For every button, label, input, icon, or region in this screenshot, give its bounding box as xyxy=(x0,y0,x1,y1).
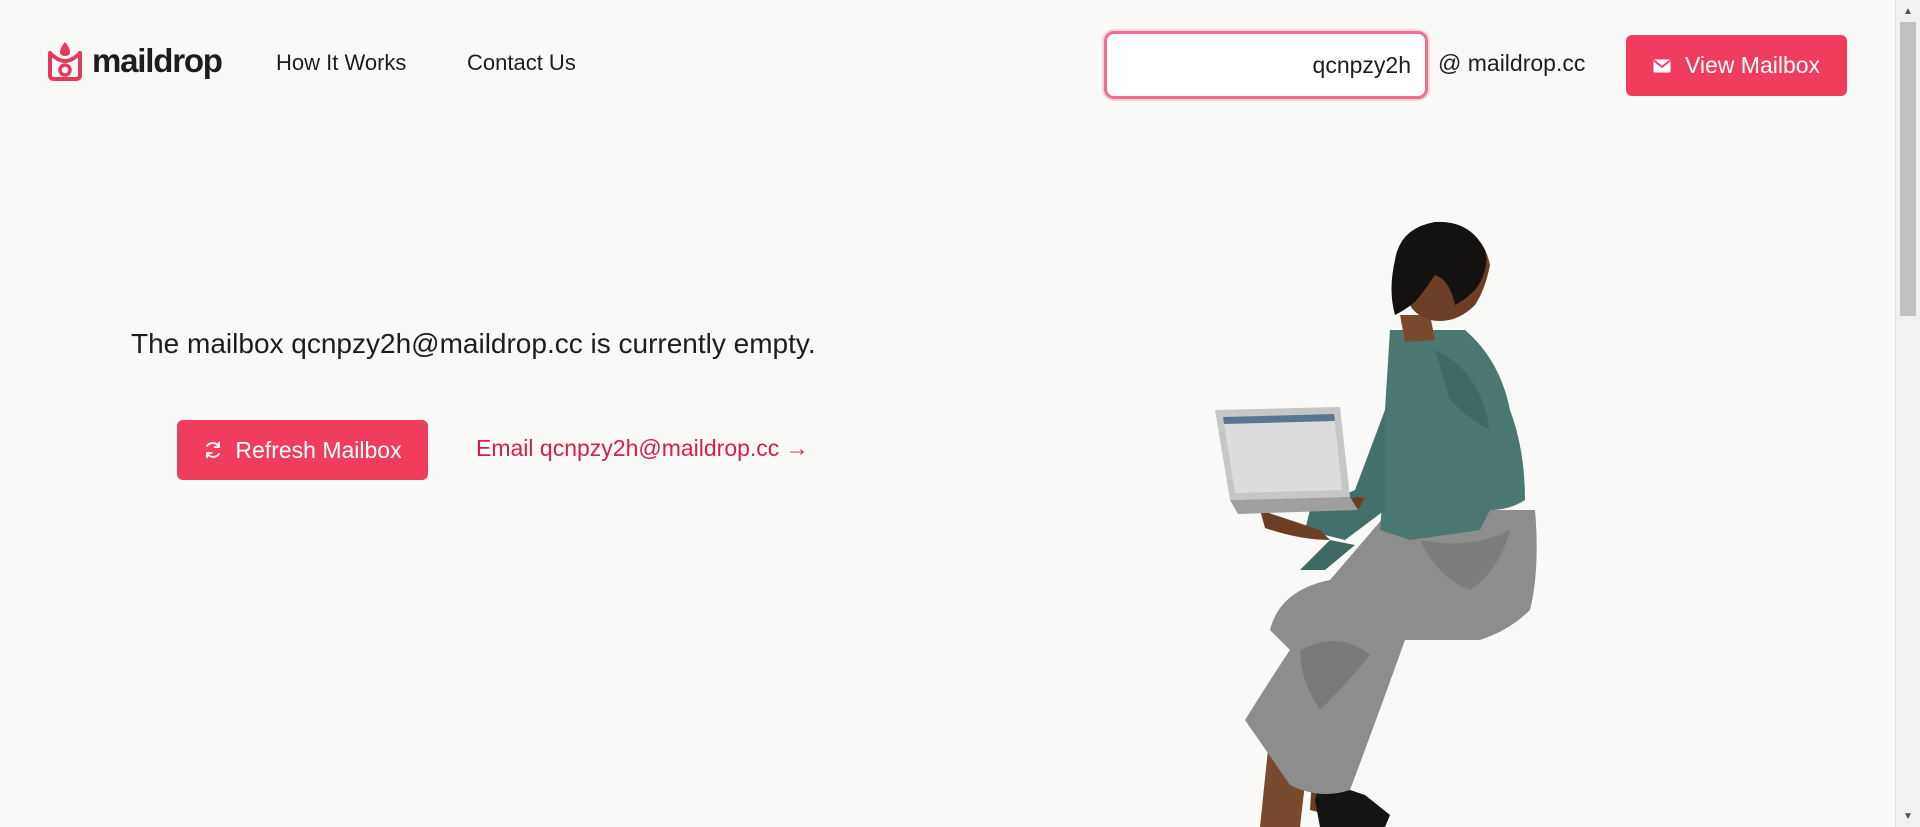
domain-suffix: @ maildrop.cc xyxy=(1438,50,1586,76)
nav-how-it-works[interactable]: How It Works xyxy=(276,52,406,74)
mailbox-name-input[interactable] xyxy=(1107,34,1425,96)
maildrop-logo-icon xyxy=(48,42,82,81)
view-mailbox-label: View Mailbox xyxy=(1684,52,1821,78)
refresh-icon xyxy=(203,440,223,460)
nav-contact-us[interactable]: Contact Us xyxy=(467,52,576,74)
scroll-thumb[interactable] xyxy=(1900,22,1916,316)
email-address-link[interactable]: Email qcnpzy2h@maildrop.cc → xyxy=(476,437,809,460)
page: maildrop How It Works Contact Us @ maild… xyxy=(0,0,1920,827)
scroll-down-arrow-icon[interactable]: ▼ xyxy=(1896,807,1920,825)
refresh-mailbox-label: Refresh Mailbox xyxy=(235,436,402,463)
view-mailbox-button[interactable]: View Mailbox xyxy=(1626,35,1847,96)
logo-link[interactable]: maildrop xyxy=(46,39,223,81)
mailbox-search-field[interactable] xyxy=(1104,31,1428,99)
scroll-up-arrow-icon[interactable]: ▲ xyxy=(1896,2,1920,20)
refresh-mailbox-button[interactable]: Refresh Mailbox xyxy=(177,420,428,480)
empty-mailbox-message: The mailbox qcnpzy2h@maildrop.cc is curr… xyxy=(131,328,816,359)
logo-text: maildrop xyxy=(92,41,223,79)
vertical-scrollbar[interactable]: ▲ ▼ xyxy=(1895,0,1920,827)
envelope-icon xyxy=(1653,59,1671,73)
person-with-laptop-illustration xyxy=(1215,221,1537,827)
